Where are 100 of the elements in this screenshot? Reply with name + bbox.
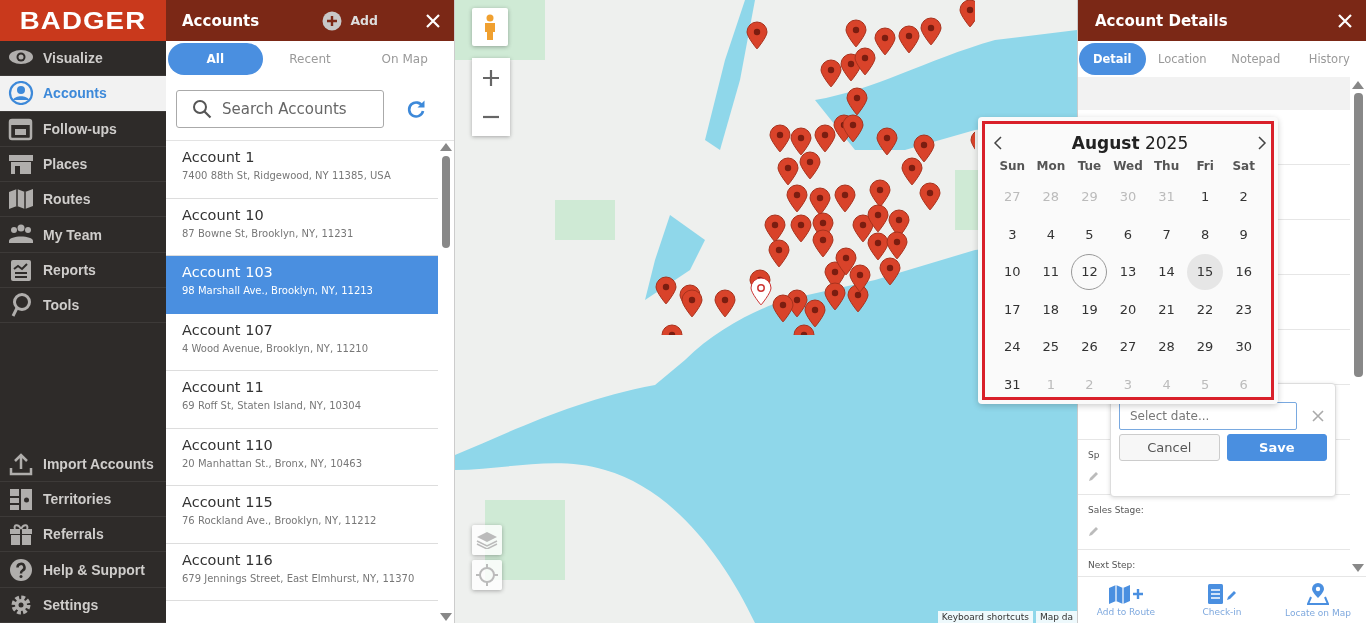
calendar-day[interactable]: 7 bbox=[1148, 216, 1185, 253]
scrollbar-thumb[interactable] bbox=[442, 156, 450, 248]
calendar-day[interactable]: 17 bbox=[994, 291, 1031, 328]
close-icon[interactable] bbox=[426, 13, 440, 28]
calendar-day[interactable]: 16 bbox=[1225, 253, 1262, 290]
account-name: Account 103 bbox=[182, 264, 274, 280]
account-row[interactable]: Account 116 679 Jennings Street, East Elmhurst, NY, 11370 bbox=[166, 543, 438, 601]
calendar-day[interactable]: 6 bbox=[1110, 216, 1146, 253]
calendar-day[interactable]: 15 bbox=[1187, 253, 1224, 290]
calendar-day[interactable]: 28 bbox=[1148, 328, 1185, 365]
close-icon[interactable] bbox=[1338, 13, 1352, 28]
nav-label: Follow-ups bbox=[43, 120, 117, 137]
previous-month-button[interactable] bbox=[993, 136, 1003, 150]
clear-icon[interactable] bbox=[1312, 410, 1324, 422]
calendar-day[interactable]: 24 bbox=[994, 328, 1031, 365]
nav-item[interactable]: Follow-ups bbox=[0, 111, 166, 147]
calendar-day[interactable]: 31 bbox=[994, 366, 1031, 403]
layers-button[interactable] bbox=[472, 525, 502, 555]
calendar-day[interactable]: 27 bbox=[1110, 328, 1146, 365]
calendar-day[interactable]: 1 bbox=[1187, 178, 1224, 215]
calendar-day[interactable]: 26 bbox=[1071, 328, 1108, 365]
calendar-day[interactable]: 8 bbox=[1187, 216, 1224, 253]
calendar-day[interactable]: 2 bbox=[1225, 178, 1262, 215]
zoom-in-button[interactable] bbox=[472, 58, 510, 97]
weekday-label: Sun bbox=[998, 158, 1027, 175]
grid-layout-icon bbox=[8, 486, 34, 511]
account-address: 87 Bowne St, Brooklyn, NY, 11231 bbox=[182, 227, 355, 239]
scroll-up-icon[interactable] bbox=[1352, 81, 1364, 89]
account-name: Account 10 bbox=[182, 206, 265, 223]
account-address: 20 Manhattan St., Bronx, NY, 10463 bbox=[182, 457, 363, 469]
calendar-icon bbox=[8, 116, 34, 141]
add-button[interactable]: Add bbox=[322, 10, 378, 31]
calendar-day[interactable]: 11 bbox=[1032, 253, 1069, 290]
nav-item[interactable]: Tools bbox=[0, 288, 166, 324]
account-name: Account 116 bbox=[182, 551, 274, 568]
calendar-day[interactable]: 20 bbox=[1110, 291, 1146, 328]
nav-item[interactable]: Territories bbox=[0, 481, 166, 518]
layers-icon bbox=[476, 531, 498, 549]
calendar-day[interactable]: 3 bbox=[994, 216, 1031, 253]
search-field[interactable]: Search Accounts bbox=[176, 89, 384, 128]
field-label: Sp bbox=[1088, 450, 1101, 460]
pencil-icon[interactable] bbox=[1088, 525, 1100, 537]
pencil-icon[interactable] bbox=[1088, 470, 1100, 482]
nav-label: Reports bbox=[43, 261, 96, 278]
scroll-down-icon[interactable] bbox=[440, 613, 452, 621]
nav-item[interactable]: Referrals bbox=[0, 517, 166, 553]
panel-title: Accounts bbox=[182, 11, 261, 30]
minus-icon bbox=[482, 114, 500, 119]
calendar-day[interactable]: 5 bbox=[1071, 216, 1108, 253]
refresh-icon[interactable] bbox=[406, 98, 426, 119]
calendar-day[interactable]: 4 bbox=[1032, 216, 1069, 253]
scroll-down-icon[interactable] bbox=[1352, 564, 1364, 572]
calendar-day[interactable]: 9 bbox=[1225, 216, 1262, 253]
calendar-day[interactable]: 18 bbox=[1032, 291, 1069, 328]
zoom-out-button[interactable] bbox=[472, 97, 510, 136]
calendar-day[interactable]: 25 bbox=[1032, 328, 1069, 365]
scrollbar-thumb[interactable] bbox=[1353, 93, 1363, 377]
locate-button[interactable] bbox=[472, 560, 502, 590]
map-plus-icon bbox=[1109, 583, 1143, 604]
nav-item[interactable]: Routes bbox=[0, 182, 166, 218]
question-circle-icon bbox=[8, 557, 34, 582]
account-row[interactable]: Account 1 7400 88th St, Ridgewood, NY 11385, USA bbox=[166, 141, 438, 199]
nav-item[interactable]: My Team bbox=[0, 217, 166, 253]
map-attribution-link[interactable]: Keyboard shortcuts bbox=[937, 611, 1033, 623]
account-row[interactable]: Account 107 4 Wood Avenue, Brooklyn, NY, 11210 bbox=[166, 313, 438, 371]
chevron-left-icon bbox=[993, 136, 1003, 150]
field-label: Sales Stage: bbox=[1088, 505, 1145, 515]
dialog-button[interactable]: Cancel bbox=[1119, 434, 1220, 461]
weekday-label: Tue bbox=[1076, 158, 1103, 175]
account-address: 76 Rockland Ave., Brooklyn, NY, 11212 bbox=[182, 515, 378, 526]
map-attribution-link[interactable]: Map da bbox=[1035, 611, 1077, 623]
weekday-label: Wed bbox=[1112, 158, 1144, 175]
calendar-day[interactable]: 22 bbox=[1187, 291, 1224, 328]
upload-icon bbox=[8, 451, 34, 476]
calendar-day[interactable]: 23 bbox=[1225, 291, 1262, 328]
field-label: Next Step: bbox=[1088, 560, 1137, 570]
next-month-button[interactable] bbox=[1257, 136, 1267, 150]
nav-label: Places bbox=[43, 156, 88, 173]
nav-item[interactable]: Reports bbox=[0, 252, 166, 289]
date-input[interactable]: Select date... bbox=[1119, 402, 1297, 430]
nav-label: Help & Support bbox=[43, 561, 145, 578]
calendar-day[interactable]: 14 bbox=[1148, 253, 1185, 290]
account-name: Account 110 bbox=[182, 436, 274, 453]
street-view-button[interactable] bbox=[472, 8, 508, 46]
calendar-day[interactable]: 10 bbox=[994, 253, 1031, 290]
account-row[interactable]: Account 110 20 Manhattan St., Bronx, NY, 10463 bbox=[166, 428, 438, 486]
account-name: Account 11 bbox=[182, 379, 265, 395]
scroll-up-icon[interactable] bbox=[440, 143, 452, 151]
account-address: 98 Marshall Ave., Brooklyn, NY, 11213 bbox=[182, 285, 374, 296]
account-row[interactable]: Account 115 76 Rockland Ave., Brooklyn, NY, 11212 bbox=[166, 486, 438, 544]
calendar-day[interactable]: 19 bbox=[1071, 291, 1108, 328]
nav-item[interactable]: Settings bbox=[0, 587, 166, 623]
nav-item[interactable]: Help & Support bbox=[0, 552, 166, 588]
account-row[interactable]: Account 11 69 Roff St, Staten Island, NY, 10304 bbox=[166, 371, 438, 429]
calendar-day[interactable]: 13 bbox=[1110, 253, 1146, 290]
panel-title: Account Details bbox=[1095, 11, 1228, 30]
calendar-day[interactable]: 21 bbox=[1148, 291, 1185, 328]
nav-item[interactable]: Places bbox=[0, 146, 166, 183]
calendar-day[interactable]: 30 bbox=[1225, 328, 1262, 365]
calendar-day[interactable]: 29 bbox=[1187, 328, 1224, 365]
